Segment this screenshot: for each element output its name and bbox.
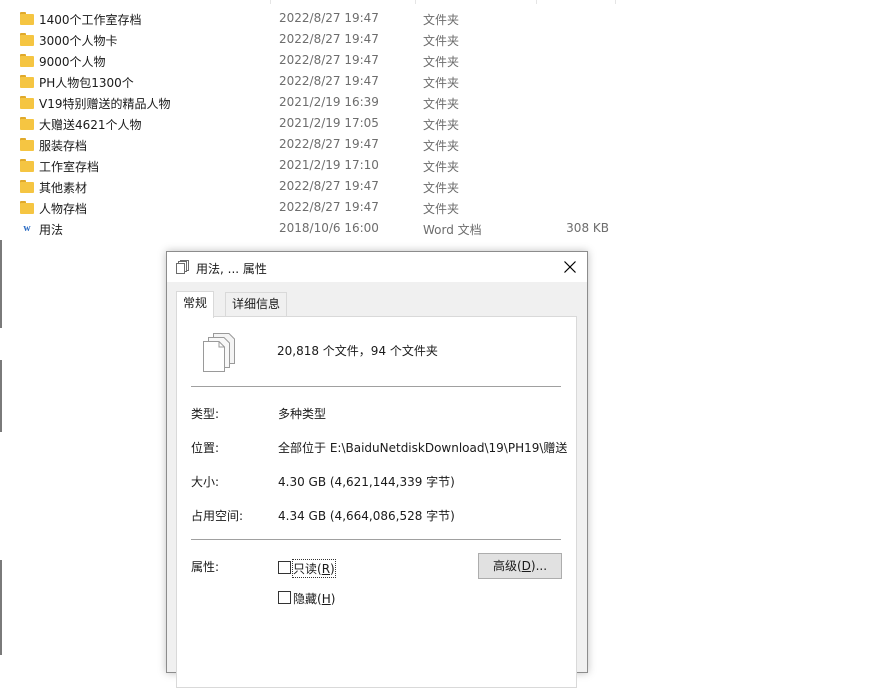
file-name: 3000个人物卡 — [39, 34, 118, 48]
hidden-checkbox[interactable] — [278, 591, 291, 604]
file-name: 其他素材 — [39, 181, 88, 195]
divider — [191, 539, 561, 540]
column-separator[interactable] — [270, 0, 271, 4]
close-button[interactable] — [553, 252, 587, 282]
size-label: 大小: — [191, 475, 220, 489]
close-icon — [564, 261, 576, 273]
word-document-icon: w — [23, 223, 31, 234]
file-date: 2022/8/27 19:47 — [279, 32, 379, 46]
file-row[interactable]: 人物存档 2022/8/27 19:47 文件夹 — [0, 197, 884, 218]
folder-icon — [20, 33, 34, 46]
tab-details[interactable]: 详细信息 — [225, 292, 288, 317]
readonly-text: 只读 — [293, 562, 318, 576]
file-row[interactable]: 3000个人物卡 2022/8/27 19:47 文件夹 — [0, 29, 884, 50]
column-separator[interactable] — [615, 0, 616, 4]
folder-icon — [20, 138, 34, 151]
file-row[interactable]: w 用法 2018/10/6 16:00 Word 文档 308 KB — [0, 218, 884, 239]
general-tab-panel: 20,818 个文件，94 个文件夹 类型: 多种类型 位置: 全部位于 E:\… — [176, 316, 577, 688]
window-edge-segment — [0, 560, 2, 655]
file-count-summary: 20,818 个文件，94 个文件夹 — [277, 344, 438, 358]
readonly-accesskey: R — [321, 562, 331, 576]
hidden-accesskey: H — [321, 592, 331, 606]
folder-icon — [20, 117, 34, 130]
folder-icon — [20, 12, 34, 25]
file-date: 2021/2/19 17:05 — [279, 116, 379, 130]
file-row[interactable]: V19特别赠送的精品人物 2021/2/19 16:39 文件夹 — [0, 92, 884, 113]
readonly-label[interactable]: 只读(R) — [292, 559, 336, 578]
size-value[interactable]: 4.30 GB (4,621,144,339 字节) — [278, 473, 568, 490]
file-row[interactable]: 其他素材 2022/8/27 19:47 文件夹 — [0, 176, 884, 197]
file-name: 大赠送4621个人物 — [39, 118, 142, 132]
advanced-accesskey: D — [521, 559, 531, 573]
file-name: 工作室存档 — [39, 160, 100, 174]
type-label: 类型: — [191, 407, 220, 421]
readonly-checkbox[interactable] — [278, 561, 291, 574]
file-type: 文件夹 — [423, 97, 460, 111]
folder-icon — [20, 75, 34, 88]
location-label: 位置: — [191, 441, 220, 455]
file-type: 文件夹 — [423, 202, 460, 216]
advanced-text: 高级 — [492, 559, 517, 573]
file-date: 2018/10/6 16:00 — [279, 221, 379, 235]
folder-icon — [20, 159, 34, 172]
file-date: 2021/2/19 17:10 — [279, 158, 379, 172]
file-date: 2022/8/27 19:47 — [279, 74, 379, 88]
folder-icon — [20, 180, 34, 193]
file-name: 用法 — [39, 223, 64, 237]
file-name: 服装存档 — [39, 139, 88, 153]
column-separator[interactable] — [536, 0, 537, 4]
window-edge-segment — [0, 360, 2, 432]
hidden-label[interactable]: 隐藏(H) — [293, 590, 335, 607]
file-row[interactable]: 大赠送4621个人物 2021/2/19 17:05 文件夹 — [0, 113, 884, 134]
file-date: 2022/8/27 19:47 — [279, 11, 379, 25]
file-row[interactable]: 9000个人物 2022/8/27 19:47 文件夹 — [0, 50, 884, 71]
tab-general[interactable]: 常规 — [176, 291, 215, 318]
file-name: 9000个人物 — [39, 55, 106, 69]
folder-icon — [20, 54, 34, 67]
advanced-ellipsis: ... — [535, 559, 548, 573]
file-type: 文件夹 — [423, 118, 460, 132]
file-name: 1400个工作室存档 — [39, 13, 142, 27]
file-row[interactable]: 服装存档 2022/8/27 19:47 文件夹 — [0, 134, 884, 155]
size-on-disk-value[interactable]: 4.34 GB (4,664,086,528 字节) — [278, 507, 568, 524]
file-type: 文件夹 — [423, 181, 460, 195]
file-type: Word 文档 — [423, 223, 482, 237]
file-size: 308 KB — [566, 221, 609, 235]
attributes-label: 属性: — [191, 560, 220, 574]
hidden-text: 隐藏 — [293, 592, 318, 606]
location-value[interactable]: 全部位于 E:\BaiduNetdiskDownload\19\PH19\赠送 — [278, 439, 568, 456]
file-name: 人物存档 — [39, 202, 88, 216]
file-name: V19特别赠送的精品人物 — [39, 97, 171, 111]
properties-dialog: 用法, ... 属性 常规 详细信息 20,818 个文件，94 个文件夹 类型… — [166, 251, 588, 688]
file-date: 2021/2/19 16:39 — [279, 95, 379, 109]
divider — [191, 386, 561, 387]
dialog-title: 用法, ... 属性 — [196, 262, 267, 276]
file-date: 2022/8/27 19:47 — [279, 137, 379, 151]
window-edge-segment — [0, 240, 2, 328]
type-value[interactable]: 多种类型 — [278, 405, 568, 422]
file-date: 2022/8/27 19:47 — [279, 179, 379, 193]
size-on-disk-label: 占用空间: — [191, 509, 244, 523]
advanced-button[interactable]: 高级(D)... — [478, 553, 562, 579]
file-date: 2022/8/27 19:47 — [279, 53, 379, 67]
folder-icon — [20, 201, 34, 214]
file-type: 文件夹 — [423, 55, 460, 69]
file-name: PH人物包1300个 — [39, 76, 134, 90]
dialog-titlebar[interactable]: 用法, ... 属性 — [167, 252, 587, 282]
file-date: 2022/8/27 19:47 — [279, 200, 379, 214]
column-separator[interactable] — [415, 0, 416, 4]
file-type: 文件夹 — [423, 160, 460, 174]
file-type: 文件夹 — [423, 76, 460, 90]
folder-icon — [20, 96, 34, 109]
file-type: 文件夹 — [423, 13, 460, 27]
multiple-files-icon — [201, 333, 237, 373]
file-row[interactable]: PH人物包1300个 2022/8/27 19:47 文件夹 — [0, 71, 884, 92]
multiple-files-icon — [176, 260, 190, 274]
file-type: 文件夹 — [423, 139, 460, 153]
file-row[interactable]: 工作室存档 2021/2/19 17:10 文件夹 — [0, 155, 884, 176]
file-row[interactable]: 1400个工作室存档 2022/8/27 19:47 文件夹 — [0, 8, 884, 29]
file-type: 文件夹 — [423, 34, 460, 48]
